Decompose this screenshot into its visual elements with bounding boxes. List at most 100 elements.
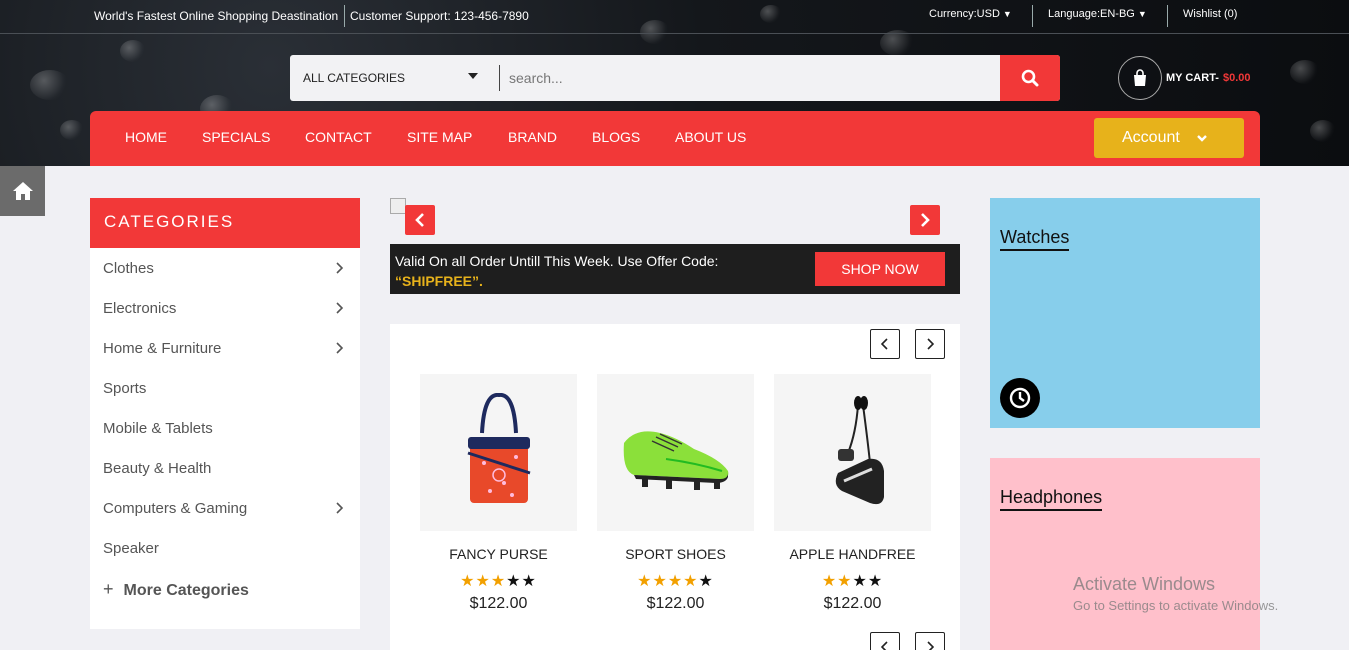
category-label: Beauty & Health	[103, 460, 212, 477]
offer-code: “SHIPFREE”.	[395, 273, 483, 289]
carousel-next-button[interactable]	[915, 329, 945, 359]
currency-label: Currency:USD	[929, 8, 1000, 20]
clock-icon	[1000, 378, 1040, 418]
headphones-title[interactable]: Headphones	[1000, 487, 1103, 511]
category-item-computers-gaming[interactable]: Computers & Gaming	[90, 488, 360, 528]
slider-prev-button[interactable]	[405, 205, 435, 235]
offer-text: Valid On all Order Untill This Week. Use…	[395, 251, 718, 291]
chevron-right-icon	[927, 641, 934, 650]
account-button[interactable]: Account	[1094, 118, 1244, 158]
offer-message: Valid On all Order Untill This Week. Use…	[395, 253, 719, 269]
chevron-down-icon: ▼	[1002, 9, 1012, 19]
divider	[499, 65, 500, 91]
carousel-next-button[interactable]	[915, 632, 945, 650]
shop-now-button[interactable]: SHOP NOW	[815, 252, 945, 286]
nav-home[interactable]: HOME	[125, 129, 167, 145]
chevron-down-icon: ▼	[1137, 9, 1147, 19]
product-price: $122.00	[646, 595, 705, 612]
watches-banner[interactable]: Watches	[990, 198, 1260, 428]
handsfree-image	[774, 374, 931, 531]
rating-stars: ★★★★	[821, 573, 884, 590]
category-item-home-furniture[interactable]: Home & Furniture	[90, 328, 360, 368]
carousel-prev-button[interactable]	[870, 632, 900, 650]
purse-image	[420, 374, 577, 531]
offer-banner: Valid On all Order Untill This Week. Use…	[390, 244, 960, 294]
category-item-beauty-health[interactable]: Beauty & Health	[90, 448, 360, 488]
more-categories-link[interactable]: + More Categories	[90, 568, 360, 608]
watermark-subtitle: Go to Settings to activate Windows.	[1073, 598, 1279, 613]
chevron-right-icon	[336, 262, 344, 274]
nav-contact[interactable]: CONTACT	[305, 129, 372, 145]
category-label: Sports	[103, 380, 147, 397]
product-card[interactable]: FANCY PURSE ★★★★★ $122.00	[420, 374, 577, 613]
slider-next-button[interactable]	[910, 205, 940, 235]
more-categories-label: More Categories	[123, 582, 249, 599]
divider	[1032, 5, 1033, 27]
chevron-left-icon	[881, 641, 888, 650]
divider	[1167, 5, 1168, 27]
category-item-mobile-tablets[interactable]: Mobile & Tablets	[90, 408, 360, 448]
broken-image-icon	[390, 198, 406, 214]
cart-button[interactable]: MY CART- $0.00	[1118, 55, 1251, 101]
cart-total: $0.00	[1222, 72, 1251, 84]
search-input[interactable]	[501, 63, 981, 93]
nav-blogs[interactable]: BLOGS	[592, 129, 640, 145]
activate-windows-watermark: Activate Windows Go to Settings to activ…	[1073, 574, 1278, 613]
chevron-right-icon	[336, 342, 344, 354]
chevron-left-icon	[881, 338, 888, 350]
category-label: Clothes	[103, 260, 154, 277]
language-selector[interactable]: Language:EN-BG ▼	[1048, 8, 1147, 20]
category-item-sports[interactable]: Sports	[90, 368, 360, 408]
chevron-right-icon	[336, 502, 344, 514]
categories-title: CATEGORIES	[90, 198, 360, 248]
categories-panel: CATEGORIES Clothes Electronics Home & Fu…	[90, 198, 360, 629]
home-button[interactable]	[0, 166, 45, 216]
category-label: Electronics	[103, 300, 177, 317]
tagline: World's Fastest Online Shopping Deastina…	[94, 9, 339, 23]
product-price: $122.00	[823, 595, 882, 612]
shopping-bag-icon	[1118, 56, 1162, 100]
customer-support: Customer Support: 123-456-7890	[350, 9, 529, 23]
category-label: Computers & Gaming	[103, 500, 248, 517]
category-select[interactable]: ALL CATEGORIES	[303, 71, 405, 85]
headphones-banner[interactable]: Headphones	[990, 458, 1260, 650]
shoe-image	[597, 374, 754, 531]
search-button[interactable]	[1000, 55, 1060, 101]
watermark-title: Activate Windows	[1073, 574, 1216, 594]
category-label: Mobile & Tablets	[103, 420, 213, 437]
cart-label: MY CART-	[1166, 72, 1219, 84]
main-nav: HOME SPECIALS CONTACT SITE MAP BRAND BLO…	[90, 111, 1260, 166]
currency-selector[interactable]: Currency:USD ▼	[929, 8, 1012, 20]
account-label: Account	[1122, 129, 1180, 146]
chevron-left-icon	[415, 213, 424, 227]
product-card[interactable]: SPORT SHOES ★★★★★ $122.00	[597, 374, 754, 613]
chevron-down-icon	[1196, 135, 1207, 142]
category-item-speaker[interactable]: Speaker	[90, 528, 360, 568]
watches-title[interactable]: Watches	[1000, 227, 1070, 251]
chevron-right-icon	[927, 338, 934, 350]
chevron-right-icon	[921, 213, 930, 227]
product-name: FANCY PURSE	[449, 546, 548, 562]
divider	[344, 5, 345, 27]
chevron-right-icon	[336, 302, 344, 314]
category-label: Home & Furniture	[103, 340, 222, 357]
language-label: Language:EN-BG	[1048, 8, 1135, 20]
nav-brand[interactable]: BRAND	[508, 129, 557, 145]
nav-site-map[interactable]: SITE MAP	[407, 129, 472, 145]
nav-specials[interactable]: SPECIALS	[202, 129, 270, 145]
plus-icon: +	[103, 579, 114, 599]
product-carousel: FANCY PURSE ★★★★★ $122.00 SPORT SHOES ★★…	[390, 324, 960, 650]
category-item-clothes[interactable]: Clothes	[90, 248, 360, 288]
product-name: SPORT SHOES	[625, 546, 726, 562]
wishlist-link[interactable]: Wishlist (0)	[1183, 8, 1237, 20]
product-price: $122.00	[469, 595, 528, 612]
search-bar: ALL CATEGORIES	[290, 55, 1060, 101]
home-icon	[12, 182, 33, 200]
category-label: Speaker	[103, 540, 159, 557]
caret-down-icon[interactable]	[468, 73, 478, 79]
nav-about-us[interactable]: ABOUT US	[675, 129, 746, 145]
carousel-prev-button[interactable]	[870, 329, 900, 359]
product-card[interactable]: APPLE HANDFREE ★★★★ $122.00	[774, 374, 931, 613]
rating-stars: ★★★★★	[460, 573, 537, 590]
category-item-electronics[interactable]: Electronics	[90, 288, 360, 328]
